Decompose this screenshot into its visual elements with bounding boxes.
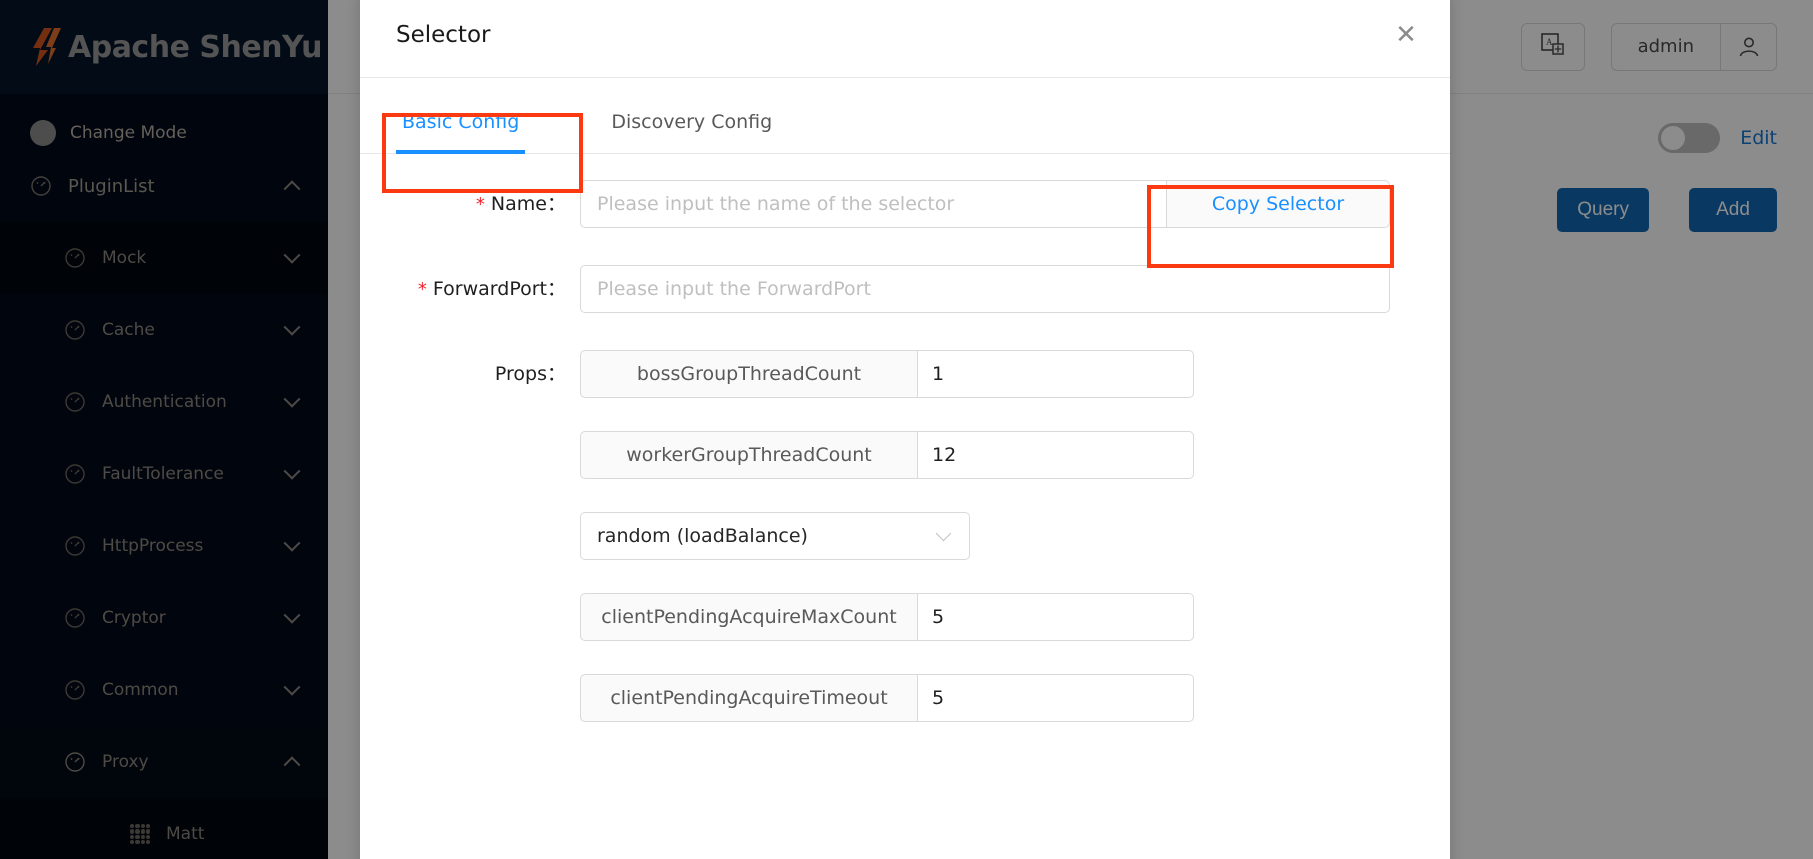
name-input[interactable]: Please input the name of the selector bbox=[580, 180, 1166, 228]
selector-modal: Selector ✕ Basic Config Discovery Config… bbox=[360, 0, 1450, 859]
name-input-group: Please input the name of the selector Co… bbox=[580, 180, 1390, 228]
modal-header: Selector ✕ bbox=[360, 0, 1450, 78]
prop-row: bossGroupThreadCount 1 bbox=[580, 350, 1194, 398]
prop-value-input[interactable]: 5 bbox=[917, 674, 1194, 722]
prop-key: workerGroupThreadCount bbox=[580, 431, 917, 479]
close-icon[interactable]: ✕ bbox=[1392, 21, 1420, 49]
load-balance-select[interactable]: random (loadBalance) bbox=[580, 512, 970, 560]
required-asterisk: * bbox=[418, 279, 427, 300]
name-label: *Name： bbox=[360, 180, 580, 229]
prop-value-input[interactable]: 12 bbox=[917, 431, 1194, 479]
prop-row: clientPendingAcquireTimeout 5 bbox=[580, 674, 1194, 722]
prop-value-input[interactable]: 1 bbox=[917, 350, 1194, 398]
required-asterisk: * bbox=[476, 194, 485, 215]
selector-form: *Name： Please input the name of the sele… bbox=[360, 154, 1450, 755]
modal-tabs: Basic Config Discovery Config bbox=[360, 78, 1450, 154]
load-balance-select-value: random (loadBalance) bbox=[597, 525, 808, 547]
prop-key: clientPendingAcquireTimeout bbox=[580, 674, 917, 722]
tab-basic-config[interactable]: Basic Config bbox=[396, 111, 525, 153]
copy-selector-button[interactable]: Copy Selector bbox=[1166, 180, 1390, 228]
form-row-props: Props： bossGroupThreadCount 1 workerGrou… bbox=[360, 350, 1414, 755]
form-row-forward-port: *ForwardPort： Please input the ForwardPo… bbox=[360, 265, 1414, 314]
props-label: Props： bbox=[360, 350, 580, 398]
chevron-down-icon bbox=[936, 526, 952, 542]
prop-row: clientPendingAcquireMaxCount 5 bbox=[580, 593, 1194, 641]
forward-port-input[interactable]: Please input the ForwardPort bbox=[580, 265, 1390, 313]
forward-port-label: *ForwardPort： bbox=[360, 265, 580, 314]
props-list: bossGroupThreadCount 1 workerGroupThread… bbox=[580, 350, 1414, 755]
form-row-name: *Name： Please input the name of the sele… bbox=[360, 180, 1414, 229]
modal-title: Selector bbox=[396, 22, 490, 48]
prop-key: clientPendingAcquireMaxCount bbox=[580, 593, 917, 641]
tab-discovery-config[interactable]: Discovery Config bbox=[605, 111, 778, 153]
prop-value-input[interactable]: 5 bbox=[917, 593, 1194, 641]
prop-row: workerGroupThreadCount 12 bbox=[580, 431, 1194, 479]
prop-key: bossGroupThreadCount bbox=[580, 350, 917, 398]
